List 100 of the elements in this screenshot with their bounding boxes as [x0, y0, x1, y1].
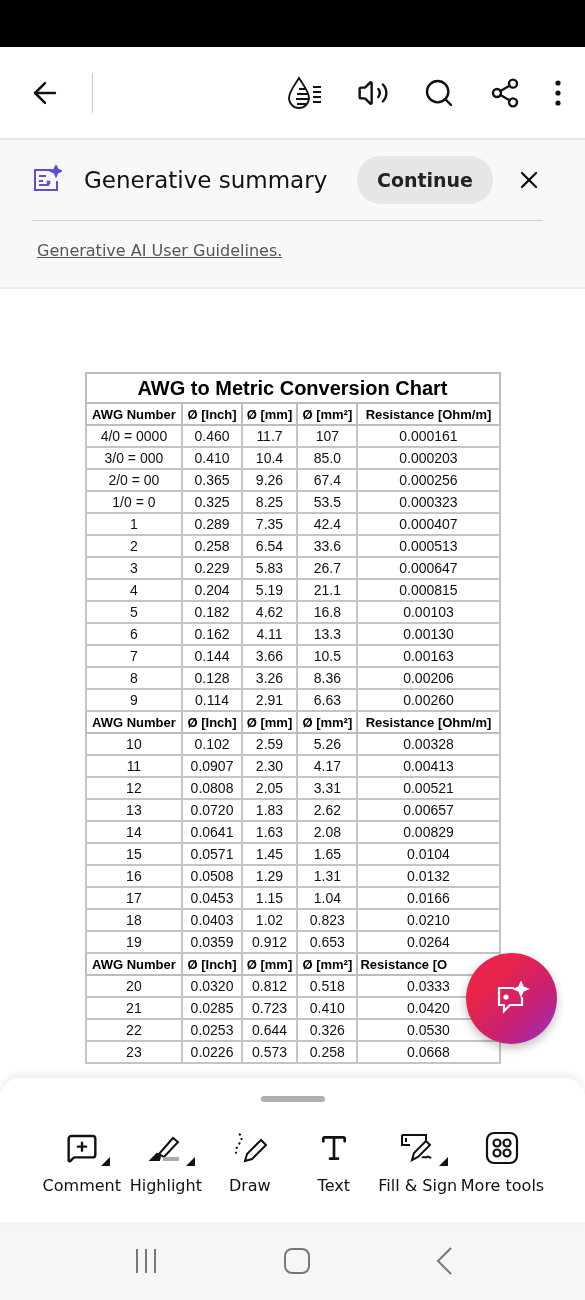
table-cell: 1.65	[297, 843, 358, 865]
table-cell: 21.1	[297, 579, 358, 601]
table-cell: 2	[85, 535, 183, 557]
table-cell: 0.000407	[357, 513, 500, 535]
tool-button[interactable]: Fill & Sign	[376, 1130, 459, 1195]
back-nav-icon[interactable]	[434, 1247, 453, 1275]
table-cell: 0.518	[297, 975, 358, 997]
table-cell: 11	[85, 755, 183, 777]
table-cell: 3.26	[241, 667, 298, 689]
table-cell: 3/0 = 000	[85, 447, 183, 469]
grid-icon	[485, 1131, 520, 1165]
table-cell: 9	[85, 689, 183, 711]
table-cell: 3.66	[241, 645, 298, 667]
column-header: Ø [Inch]	[182, 953, 242, 975]
table-cell: 0.00829	[357, 821, 500, 843]
table-cell: 23	[85, 1041, 183, 1063]
table-cell: 5.19	[241, 579, 298, 601]
table-cell: 16	[85, 865, 183, 887]
table-cell: 17	[85, 887, 183, 909]
table-cell: 4.11	[241, 623, 298, 645]
table-cell: 0.0907	[182, 755, 242, 777]
table-cell: 2.59	[241, 733, 298, 755]
table-cell: 0.812	[241, 975, 298, 997]
table-cell: 1.83	[241, 799, 298, 821]
table-cell: 8.25	[241, 491, 298, 513]
column-header: Ø [Inch]	[182, 711, 242, 733]
table-cell: 11.7	[241, 425, 298, 447]
table-cell: 0.0210	[357, 909, 500, 931]
share-button[interactable]	[489, 76, 521, 109]
table-cell: 4.62	[241, 601, 298, 623]
ai-assistant-button[interactable]	[466, 953, 557, 1044]
share-icon	[489, 76, 521, 109]
table-cell: 1	[85, 513, 183, 535]
table-cell: 0.0453	[182, 887, 242, 909]
table-cell: 0.0253	[182, 1019, 242, 1041]
table-cell: 10.4	[241, 447, 298, 469]
table-cell: 0.0285	[182, 997, 242, 1019]
table-cell: 0.00103	[357, 601, 500, 623]
column-header: Ø [mm]	[241, 711, 298, 733]
table-cell: 0.258	[182, 535, 242, 557]
table-cell: 0.128	[182, 667, 242, 689]
table-cell: 2.08	[297, 821, 358, 843]
column-header: AWG Number	[85, 403, 183, 425]
tool-button[interactable]: Highlight	[124, 1130, 207, 1195]
table-cell: 0.258	[297, 1041, 358, 1063]
table-cell: 0.0668	[357, 1041, 500, 1063]
table-cell: 8	[85, 667, 183, 689]
table-cell: 85.0	[297, 447, 358, 469]
table-cell: 20	[85, 975, 183, 997]
table-cell: 13.3	[297, 623, 358, 645]
table-cell: 0.326	[297, 1019, 358, 1041]
table-cell: 0.460	[182, 425, 242, 447]
tool-button[interactable]: Text	[292, 1130, 375, 1195]
table-cell: 8.36	[297, 667, 358, 689]
table-cell: 9.26	[241, 469, 298, 491]
column-header: Ø [mm²]	[297, 953, 358, 975]
banner-title: Generative summary	[84, 167, 329, 193]
table-cell: 0.644	[241, 1019, 298, 1041]
table-cell: 0.144	[182, 645, 242, 667]
table-cell: 67.4	[297, 469, 358, 491]
table-cell: 0.0132	[357, 865, 500, 887]
table-cell: 7.35	[241, 513, 298, 535]
table-cell: 1.29	[241, 865, 298, 887]
table-cell: 0.000815	[357, 579, 500, 601]
table-cell: 2/0 = 00	[85, 469, 183, 491]
table-cell: 0.00130	[357, 623, 500, 645]
table-cell: 2.91	[241, 689, 298, 711]
table-cell: 1.31	[297, 865, 358, 887]
table-cell: 0.0104	[357, 843, 500, 865]
drag-handle[interactable]	[260, 1096, 325, 1102]
table-cell: 0.00328	[357, 733, 500, 755]
table-cell: 1/0 = 0	[85, 491, 183, 513]
table-cell: 5.26	[297, 733, 358, 755]
table-cell: 0.0403	[182, 909, 242, 931]
table-cell: 3.31	[297, 777, 358, 799]
guidelines-link[interactable]: Generative AI User Guidelines.	[37, 241, 283, 260]
table-cell: 33.6	[297, 535, 358, 557]
pencil-drawing-icon	[232, 1131, 267, 1165]
tool-button[interactable]: Comment	[40, 1130, 123, 1195]
table-cell: 0.00413	[357, 755, 500, 777]
table-cell: 4.17	[297, 755, 358, 777]
tool-button[interactable]: Draw	[208, 1130, 291, 1195]
more-button[interactable]	[555, 79, 561, 106]
table-cell: 0.102	[182, 733, 242, 755]
table-cell: 6.63	[297, 689, 358, 711]
more-icon	[555, 79, 561, 106]
table-cell: 12	[85, 777, 183, 799]
table-cell: 0.573	[241, 1041, 298, 1063]
table-cell: 0.114	[182, 689, 242, 711]
home-icon[interactable]	[283, 1248, 310, 1274]
table-cell: 2.05	[241, 777, 298, 799]
table-cell: 0.204	[182, 579, 242, 601]
table-cell: 2.62	[297, 799, 358, 821]
liquid-mode-button[interactable]	[285, 74, 323, 111]
table-cell: 0.653	[297, 931, 358, 953]
table-cell: 0.912	[241, 931, 298, 953]
table-cell: 4	[85, 579, 183, 601]
tool-button[interactable]: More tools	[460, 1130, 545, 1195]
continue-button[interactable]: Continue	[356, 156, 493, 204]
table-title: AWG to Metric Conversion Chart	[85, 373, 500, 403]
